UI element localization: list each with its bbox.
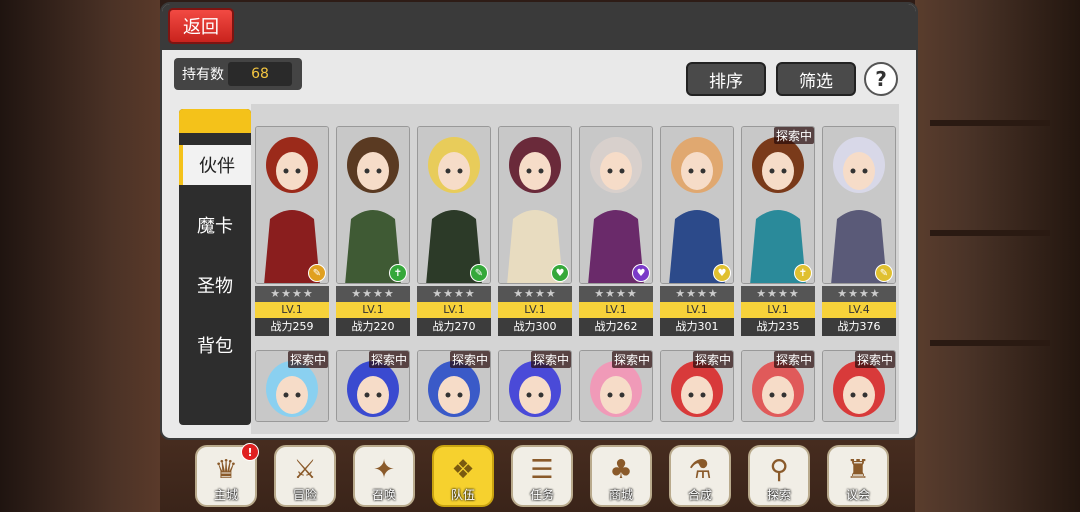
power-label: 战力376 — [822, 318, 896, 336]
element-icon: ✎ — [308, 264, 326, 282]
element-icon: ♥ — [713, 264, 731, 282]
sidebar-item-partners[interactable]: 伙伴 — [179, 145, 251, 185]
nav-button-2[interactable]: ✦ 召唤 — [353, 445, 415, 507]
background-shelf — [930, 340, 1050, 346]
partner-portrait — [579, 126, 653, 284]
power-label: 战力301 — [660, 318, 734, 336]
exploring-tag: 探索中 — [692, 351, 733, 368]
background-shelf — [930, 120, 1050, 126]
nav-button-5[interactable]: ♣ 商城 — [590, 445, 652, 507]
exploring-tag: 探索中 — [530, 351, 571, 368]
star-rating: ★★★★ — [417, 286, 491, 302]
level-label: LV.1 — [498, 302, 572, 318]
background-left — [0, 0, 160, 512]
star-rating: ★★★★ — [822, 286, 896, 302]
level-label: LV.1 — [741, 302, 815, 318]
nav-label: 合成 — [687, 488, 712, 502]
star-rating: ★★★★ — [741, 286, 815, 302]
nav-label: 主城 — [213, 488, 238, 502]
background-shelf — [930, 230, 1050, 236]
nav-label: 议会 — [845, 488, 870, 502]
level-label: LV.1 — [417, 302, 491, 318]
nav-label: 商城 — [608, 488, 633, 502]
partner-portrait — [417, 126, 491, 284]
back-button[interactable]: 返回 — [168, 8, 234, 44]
star-rating: ★★★★ — [336, 286, 410, 302]
star-rating: ★★★★ — [660, 286, 734, 302]
exploring-tag: 探索中 — [773, 127, 814, 144]
sidebar-top-accent — [179, 109, 251, 133]
nav-button-0[interactable]: ♛ 主城! — [195, 443, 259, 507]
star-rating: ★★★★ — [579, 286, 653, 302]
power-label: 战力220 — [336, 318, 410, 336]
element-icon: ♥ — [551, 264, 569, 282]
nav-label: 冒险 — [292, 488, 317, 502]
exploring-tag: 探索中 — [773, 351, 814, 368]
level-label: LV.1 — [579, 302, 653, 318]
sidebar-item-relics[interactable]: 圣物 — [179, 265, 251, 305]
nav-button-1[interactable]: ⚔ 冒险 — [274, 445, 336, 507]
sidebar-item-magic-cards[interactable]: 魔卡 — [179, 205, 251, 245]
partner-portrait — [822, 126, 896, 284]
element-icon: ♥ — [632, 264, 650, 282]
level-label: LV.1 — [255, 302, 329, 318]
power-label: 战力300 — [498, 318, 572, 336]
nav-label: 队伍 — [450, 488, 475, 502]
partner-portrait — [498, 126, 572, 284]
partner-portrait — [741, 126, 815, 284]
filter-button[interactable]: 筛选 — [776, 62, 856, 96]
nav-button-8[interactable]: ♜ 议会 — [827, 445, 889, 507]
nav-label: 召唤 — [371, 488, 396, 502]
star-rating: ★★★★ — [498, 286, 572, 302]
power-label: 战力259 — [255, 318, 329, 336]
background-right — [915, 0, 1080, 512]
category-sidebar: 伙伴 魔卡 圣物 背包 — [179, 109, 251, 425]
owned-count-value: 68 — [228, 62, 292, 86]
exploring-tag: 探索中 — [611, 351, 652, 368]
nav-label: 探索 — [766, 488, 791, 502]
exploring-tag: 探索中 — [449, 351, 490, 368]
owned-count-label: 持有数 — [182, 67, 224, 83]
owned-count: 持有数 68 — [174, 58, 302, 90]
level-label: LV.1 — [336, 302, 410, 318]
bottom-nav: ♛ 主城! ⚔ 冒险 ✦ 召唤 ❖ 队伍 ☰ 任务 ♣ 商城 ⚗ 合成 ⚲ 探索 ♜ 议会 — [195, 443, 889, 509]
element-icon: ✝ — [794, 264, 812, 282]
nav-label: 任务 — [529, 488, 554, 502]
partner-grid: ✎ ★★★★ LV.1 战力259 ✝ ★★★★ LV.1 战力220 ✎ ★★★★ LV.1 战力2… — [251, 104, 899, 434]
exploring-tag: 探索中 — [854, 351, 895, 368]
notification-badge: ! — [241, 443, 259, 461]
top-bar: 返回 — [162, 4, 916, 50]
level-label: LV.4 — [822, 302, 896, 318]
help-button[interactable]: ? — [864, 62, 898, 96]
exploring-tag: 探索中 — [368, 351, 409, 368]
partner-portrait — [255, 126, 329, 284]
element-icon: ✝ — [389, 264, 407, 282]
power-label: 战力262 — [579, 318, 653, 336]
sort-button[interactable]: 排序 — [686, 62, 766, 96]
partner-portrait — [336, 126, 410, 284]
nav-button-6[interactable]: ⚗ 合成 — [669, 445, 731, 507]
partner-portrait — [660, 126, 734, 284]
star-rating: ★★★★ — [255, 286, 329, 302]
nav-button-3[interactable]: ❖ 队伍 — [432, 445, 494, 507]
exploring-tag: 探索中 — [287, 351, 328, 368]
element-icon: ✎ — [875, 264, 893, 282]
power-label: 战力235 — [741, 318, 815, 336]
sidebar-item-bag[interactable]: 背包 — [179, 325, 251, 365]
element-icon: ✎ — [470, 264, 488, 282]
power-label: 战力270 — [417, 318, 491, 336]
partner-panel: 返回 持有数 68 排序 筛选 ? 伙伴 魔卡 圣物 背包 ✎ ★★★★ LV.1 战… — [160, 2, 918, 440]
nav-button-4[interactable]: ☰ 任务 — [511, 445, 573, 507]
level-label: LV.1 — [660, 302, 734, 318]
nav-button-7[interactable]: ⚲ 探索 — [748, 445, 810, 507]
